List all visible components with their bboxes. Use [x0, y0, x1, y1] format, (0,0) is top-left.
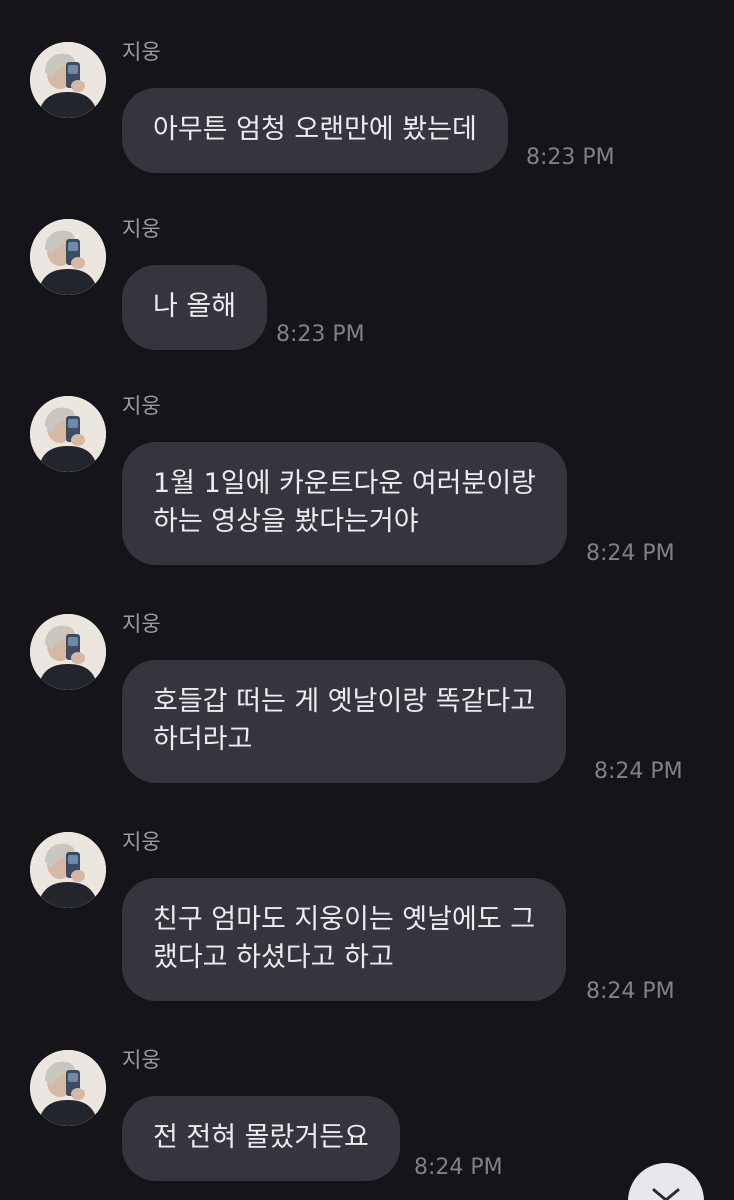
message-bubble[interactable]: 나 올해	[122, 265, 268, 350]
message-bubble[interactable]: 호들갑 떠는 게 옛날이랑 똑같다고 하더라고	[122, 660, 567, 783]
message-text-line: 친구 엄마도 지웅이는 옛날에도 그	[153, 904, 536, 935]
sender-name: 지웅	[122, 1048, 161, 1072]
message-text-line: 호들갑 떠는 게 옛날이랑 똑같다고	[153, 686, 536, 717]
sender-name: 지웅	[122, 830, 161, 854]
message-timestamp: 8:24 PM	[586, 541, 675, 566]
avatar[interactable]	[30, 1050, 106, 1126]
chat-thread[interactable]: 지웅 아무튼 엄청 오랜만에 봤는데 8:23 PM 지웅 나 올해 8:23 …	[0, 0, 734, 1200]
message-bubble[interactable]: 아무튼 엄청 오랜만에 봤는데	[122, 88, 508, 173]
avatar[interactable]	[30, 42, 106, 118]
avatar[interactable]	[30, 832, 106, 908]
message-text-line: 전 전혀 몰랐거든요	[153, 1122, 369, 1153]
sender-name: 지웅	[122, 394, 161, 418]
message-timestamp: 8:23 PM	[276, 322, 365, 347]
message-text-line: 하더라고	[153, 724, 253, 755]
message-text-line: 하는 영상을 봤다는거야	[153, 506, 419, 537]
message-timestamp: 8:24 PM	[586, 979, 675, 1004]
chevron-down-icon	[651, 1187, 681, 1200]
message-bubble[interactable]: 친구 엄마도 지웅이는 옛날에도 그 랬다고 하셨다고 하고	[122, 878, 567, 1001]
message-timestamp: 8:24 PM	[594, 759, 683, 784]
message-text-line: 1월 1일에 카운트다운 여러분이랑	[153, 468, 537, 499]
message-text-line: 랬다고 하셨다고 하고	[153, 942, 394, 973]
avatar[interactable]	[30, 396, 106, 472]
sender-name: 지웅	[122, 612, 161, 636]
sender-name: 지웅	[122, 217, 161, 241]
message-timestamp: 8:23 PM	[526, 145, 615, 170]
message-bubble[interactable]: 전 전혀 몰랐거든요	[122, 1096, 400, 1181]
avatar[interactable]	[30, 219, 106, 295]
scroll-to-bottom-button[interactable]	[628, 1163, 704, 1200]
message-timestamp: 8:24 PM	[414, 1155, 503, 1180]
message-text-line: 나 올해	[153, 291, 237, 322]
message-text-line: 아무튼 엄청 오랜만에 봤는데	[153, 114, 477, 145]
avatar[interactable]	[30, 614, 106, 690]
message-bubble[interactable]: 1월 1일에 카운트다운 여러분이랑 하는 영상을 봤다는거야	[122, 442, 568, 565]
sender-name: 지웅	[122, 40, 161, 64]
